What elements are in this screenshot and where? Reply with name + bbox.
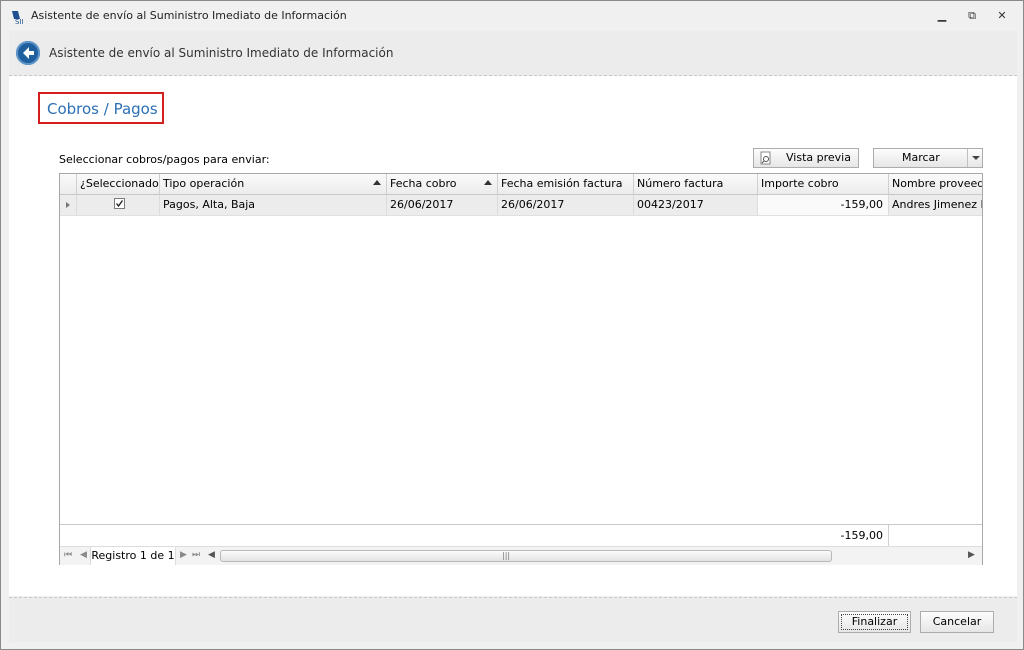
horizontal-scrollbar[interactable]: ||| [220,550,832,562]
grid-header-row: ¿Seleccionado? Tipo operación Fecha cobr… [60,174,982,195]
document-preview-icon [759,151,773,171]
cell-proveedor: Andres Jimenez Ra [892,198,982,211]
first-record-icon[interactable]: ⏮ [64,550,72,560]
last-record-icon[interactable]: ⏭ [192,550,200,560]
cell-tipo: Pagos, Alta, Baja [160,195,387,215]
cell-fecha-cobro: 26/06/2017 [387,195,498,215]
window-title: Asistente de envío al Suministro Imediat… [31,9,347,22]
finish-button[interactable]: Finalizar [838,611,911,633]
sort-asc-icon [373,180,381,185]
column-header-fecha-emision[interactable]: Fecha emisión factura [498,174,634,194]
previous-record-icon[interactable]: ◀ [80,550,87,560]
cancel-button[interactable]: Cancelar [920,611,994,633]
column-header-selected[interactable]: ¿Seleccionado? [77,174,160,194]
grid-footer-row: -159,00 [60,524,982,547]
wizard-header: Asistente de envío al Suministro Imediat… [9,31,1017,76]
maximize-button[interactable]: ⧉ [961,7,983,25]
mark-button-label: Marcar [902,151,940,164]
wizard-footer: Finalizar Cancelar [9,597,1017,642]
column-header-numero[interactable]: Número factura [634,174,758,194]
column-header-tipo-label: Tipo operación [163,177,245,190]
cell-numero: 00423/2017 [634,195,758,215]
cell-selected [77,195,160,215]
column-header-importe[interactable]: Importe cobro [758,174,889,194]
record-counter: Registro 1 de 1 [90,547,176,565]
sort-asc-icon [484,180,492,185]
preview-button-label: Vista previa [786,151,851,164]
next-record-icon[interactable]: ▶ [180,550,187,560]
title-bar: SII Asistente de envío al Suministro Ime… [1,1,1023,31]
back-arrow-icon [23,47,34,59]
grid-navigator: ⏮ ◀ Registro 1 de 1 ▶ ⏭ ◀ ||| ▶ [60,546,982,565]
header-title: Asistente de envío al Suministro Imediat… [49,46,394,60]
row-checkbox[interactable] [114,198,125,209]
cell-importe: -159,00 [758,195,889,215]
page-title-text: Cobros / Pagos [47,100,158,118]
svg-text:SII: SII [15,18,24,25]
total-importe: -159,00 [758,525,889,547]
payments-grid: ¿Seleccionado? Tipo operación Fecha cobr… [59,173,983,565]
back-button[interactable] [16,41,40,65]
column-header-fecha-cobro[interactable]: Fecha cobro [387,174,498,194]
scroll-left-icon[interactable]: ◀ [208,550,215,560]
scroll-right-icon[interactable]: ▶ [968,550,975,560]
row-indicator [60,195,77,215]
checkmark-icon [115,200,124,208]
close-button[interactable]: ✕ [991,7,1013,25]
select-label: Seleccionar cobros/pagos para enviar: [59,153,270,166]
page-title: Cobros / Pagos [38,92,164,124]
preview-button[interactable]: Vista previa [753,148,859,168]
scroll-grip-icon: ||| [502,551,511,560]
main-panel: Cobros / Pagos Seleccionar cobros/pagos … [9,76,1017,596]
table-row[interactable]: Pagos, Alta, Baja 26/06/2017 26/06/2017 … [60,195,982,216]
mark-dropdown-toggle[interactable] [967,149,984,167]
column-header-fecha-cobro-label: Fecha cobro [390,177,457,190]
row-indicator-header [60,174,77,194]
window: SII Asistente de envío al Suministro Ime… [0,0,1024,650]
row-pointer-icon [66,202,70,208]
minimize-button[interactable]: ▁ [931,7,953,25]
mark-button[interactable]: Marcar [873,148,983,168]
chevron-down-icon [972,156,980,160]
column-header-tipo[interactable]: Tipo operación [160,174,387,194]
cell-fecha-emision: 26/06/2017 [498,195,634,215]
sii-logo-icon: SII [10,9,26,26]
column-header-proveedor[interactable]: Nombre proveedor [889,174,982,194]
